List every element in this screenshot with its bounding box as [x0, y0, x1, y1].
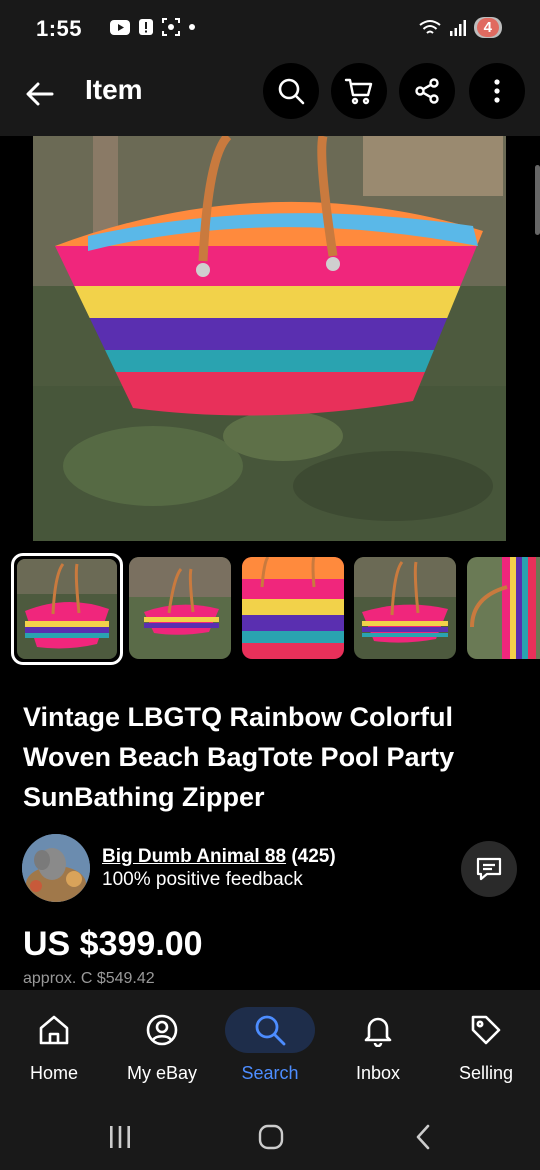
back-button[interactable] — [22, 76, 58, 112]
signal-icon — [449, 19, 466, 36]
bell-icon — [360, 1012, 396, 1048]
message-icon — [476, 857, 502, 881]
thumbnail-4-image — [354, 557, 456, 659]
cart-icon — [344, 78, 373, 105]
scrollbar[interactable] — [535, 165, 540, 235]
nav-my-ebay-label: My eBay — [126, 1063, 198, 1083]
item-price: US $399.00 — [23, 925, 203, 963]
nav-home[interactable]: Home — [0, 990, 108, 1100]
tag-icon — [468, 1012, 504, 1048]
seller-rating-count: (425) — [291, 846, 336, 867]
back-system-button[interactable] — [408, 1122, 438, 1152]
status-system-icons: 4 — [418, 17, 502, 38]
status-time: 1:55 — [36, 16, 83, 41]
page-title: Item — [85, 74, 143, 105]
approx-price: approx. C $549.42 — [23, 970, 155, 987]
thumbnail-strip — [11, 553, 540, 665]
arrow-left-icon — [26, 82, 54, 106]
status-notification-icons — [110, 18, 195, 36]
recent-apps-button[interactable] — [105, 1122, 135, 1152]
item-title: Vintage LBGTQ Rainbow Colorful Woven Bea… — [23, 702, 455, 812]
seller-name-link[interactable]: Big Dumb Animal 88 — [102, 846, 286, 867]
thumbnail-1[interactable] — [11, 553, 123, 665]
nav-search[interactable]: Search — [216, 990, 324, 1100]
item-photo[interactable] — [33, 136, 506, 541]
battery-indicator: 4 — [473, 17, 502, 38]
alert-icon — [139, 19, 153, 35]
nav-my-ebay[interactable]: My eBay — [108, 990, 216, 1100]
screenshot-icon — [162, 18, 180, 36]
nav-selling-label: Selling — [458, 1063, 514, 1083]
thumbnail-3-image — [242, 557, 344, 659]
contact-seller-button[interactable] — [461, 841, 517, 897]
thumbnail-1-image — [17, 559, 117, 659]
home-system-button[interactable] — [256, 1122, 286, 1152]
search-icon — [278, 78, 305, 105]
thumbnail-5-image — [467, 557, 540, 659]
avatar-image — [22, 834, 90, 902]
chevron-left-icon — [416, 1124, 430, 1150]
nav-inbox-label: Inbox — [355, 1063, 401, 1083]
nav-home-label: Home — [29, 1063, 78, 1083]
app-bar: Item — [0, 60, 540, 136]
kebab-icon — [494, 79, 500, 103]
youtube-icon — [110, 19, 130, 35]
cart-button[interactable] — [331, 63, 387, 119]
seller-feedback: 100% positive feedback — [102, 869, 303, 890]
thumbnail-2-image — [129, 557, 231, 659]
more-options-button[interactable] — [469, 63, 525, 119]
dot-icon — [189, 24, 195, 30]
user-icon — [144, 1012, 180, 1048]
thumbnail-3[interactable] — [242, 557, 344, 659]
thumbnail-4[interactable] — [354, 557, 456, 659]
system-navigation-bar — [0, 1100, 540, 1170]
seller-info: Big Dumb Animal 88 (425) — [102, 846, 336, 868]
home-icon — [36, 1012, 72, 1048]
seller-avatar[interactable] — [22, 834, 90, 902]
nav-search-label: Search — [241, 1063, 299, 1083]
battery-level: 4 — [476, 18, 499, 37]
recents-icon — [110, 1126, 130, 1148]
wifi-icon — [419, 19, 441, 34]
share-icon — [415, 78, 439, 104]
share-button[interactable] — [399, 63, 455, 119]
rainbow-bag-image — [33, 136, 506, 541]
thumbnail-5[interactable] — [467, 557, 540, 659]
home-circle-icon — [258, 1124, 284, 1150]
thumbnail-2[interactable] — [129, 557, 231, 659]
nav-selling[interactable]: Selling — [432, 990, 540, 1100]
search-button[interactable] — [263, 63, 319, 119]
bottom-navigation: Home My eBay Search Inbox Selling — [0, 990, 540, 1100]
status-bar: 1:55 4 — [0, 0, 540, 60]
nav-inbox[interactable]: Inbox — [324, 990, 432, 1100]
search-icon — [252, 1012, 288, 1048]
